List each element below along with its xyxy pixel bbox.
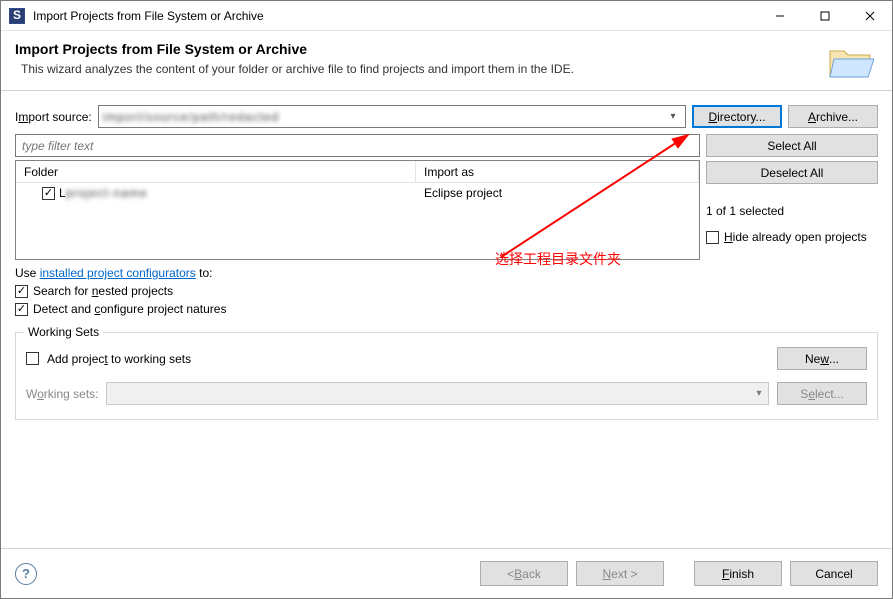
search-nested-label: Search for nested projects bbox=[33, 284, 173, 298]
chevron-down-icon: ▾ bbox=[750, 388, 768, 399]
detect-natures-label: Detect and configure project natures bbox=[33, 302, 226, 316]
search-nested-checkbox[interactable] bbox=[15, 285, 28, 298]
back-button: < Back bbox=[480, 561, 568, 586]
wizard-description: This wizard analyzes the content of your… bbox=[15, 62, 816, 76]
select-working-set-button: Select... bbox=[777, 382, 867, 405]
import-source-label: Import source: bbox=[15, 110, 92, 124]
hide-open-label: Hide already open projects bbox=[724, 230, 867, 244]
table-row[interactable]: Lproject-name Eclipse project bbox=[16, 183, 699, 203]
table-header: Folder Import as bbox=[16, 161, 699, 183]
selected-count: 1 of 1 selected bbox=[706, 204, 878, 218]
deselect-all-button[interactable]: Deselect All bbox=[706, 161, 878, 184]
selection-buttons: Select All Deselect All 1 of 1 selected … bbox=[706, 134, 878, 260]
maximize-button[interactable] bbox=[802, 1, 847, 30]
row-import-as: Eclipse project bbox=[416, 186, 502, 200]
minimize-button[interactable] bbox=[757, 1, 802, 30]
filter-input[interactable] bbox=[15, 134, 700, 157]
wizard-title: Import Projects from File System or Arch… bbox=[15, 41, 816, 57]
archive-button[interactable]: Archive... bbox=[788, 105, 878, 128]
window-title: Import Projects from File System or Arch… bbox=[33, 9, 264, 23]
col-folder[interactable]: Folder bbox=[16, 161, 416, 182]
folder-import-icon bbox=[826, 41, 874, 81]
working-sets-label: Working sets: bbox=[26, 387, 98, 401]
add-working-sets-checkbox[interactable] bbox=[26, 352, 39, 365]
import-source-value: import/source/path/redacted bbox=[103, 110, 279, 124]
projects-table[interactable]: Folder Import as Lproject-name Eclipse p… bbox=[15, 160, 700, 260]
wizard-header: Import Projects from File System or Arch… bbox=[1, 31, 892, 91]
select-all-button[interactable]: Select All bbox=[706, 134, 878, 157]
new-working-set-button[interactable]: New... bbox=[777, 347, 867, 370]
col-import-as[interactable]: Import as bbox=[416, 161, 699, 182]
projects-area: Folder Import as Lproject-name Eclipse p… bbox=[15, 134, 878, 260]
titlebar: S Import Projects from File System or Ar… bbox=[1, 1, 892, 31]
next-button: Next > bbox=[576, 561, 664, 586]
chevron-down-icon: ▾ bbox=[665, 111, 681, 122]
finish-button[interactable]: Finish bbox=[694, 561, 782, 586]
detect-natures-checkbox[interactable] bbox=[15, 303, 28, 316]
working-sets-group: Working Sets Add project to working sets… bbox=[15, 332, 878, 420]
import-source-row: Import source: import/source/path/redact… bbox=[15, 105, 878, 128]
wizard-footer: ? < Back Next > Finish Cancel bbox=[1, 548, 892, 598]
close-button[interactable] bbox=[847, 1, 892, 30]
row-checkbox[interactable] bbox=[42, 187, 55, 200]
import-source-combo[interactable]: import/source/path/redacted ▾ bbox=[98, 105, 686, 128]
dialog-window: S Import Projects from File System or Ar… bbox=[0, 0, 893, 599]
working-sets-legend: Working Sets bbox=[24, 325, 103, 339]
add-working-sets-label: Add project to working sets bbox=[47, 352, 191, 366]
app-icon: S bbox=[9, 8, 25, 24]
cancel-button[interactable]: Cancel bbox=[790, 561, 878, 586]
hide-open-checkbox[interactable] bbox=[706, 231, 719, 244]
configurators-link[interactable]: installed project configurators bbox=[40, 266, 196, 280]
directory-button[interactable]: Directory... bbox=[692, 105, 782, 128]
wizard-content: Import source: import/source/path/redact… bbox=[1, 91, 892, 548]
help-icon[interactable]: ? bbox=[15, 563, 37, 585]
working-sets-combo: ▾ bbox=[106, 382, 769, 405]
row-folder-name: Lproject-name bbox=[59, 186, 148, 200]
configurators-line: Use installed project configurators to: bbox=[15, 266, 878, 280]
svg-text:S: S bbox=[13, 9, 21, 22]
